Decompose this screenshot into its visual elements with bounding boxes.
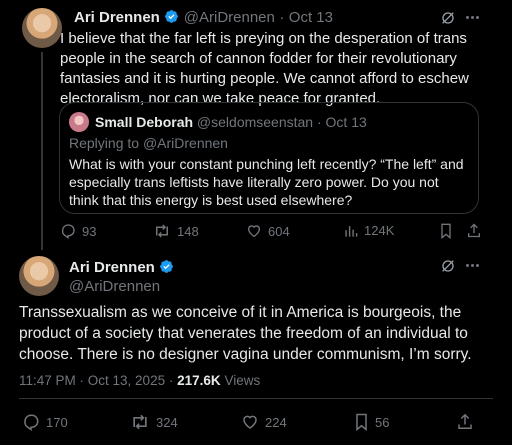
- bookmark-count: 56: [375, 414, 390, 430]
- share-icon[interactable]: [466, 222, 482, 239]
- views-icon: [344, 224, 358, 238]
- separator-dot: ·: [279, 9, 285, 26]
- views-label: Views: [224, 373, 261, 388]
- grok-icon[interactable]: [440, 258, 456, 274]
- repost-icon: [130, 413, 150, 431]
- tweet-text: Transsexualism as we conceive of it in A…: [19, 304, 472, 363]
- author-name[interactable]: Ari Drennen: [69, 259, 155, 276]
- like-count: 604: [268, 223, 290, 239]
- separator-dot: ·: [168, 373, 174, 388]
- reply-button[interactable]: 93: [60, 223, 96, 239]
- reply-count: 93: [82, 223, 97, 239]
- grok-icon[interactable]: [440, 10, 456, 26]
- author-handle[interactable]: @AriDrennen: [69, 278, 160, 295]
- views-count: 217.6K: [177, 373, 221, 388]
- like-icon: [241, 413, 259, 431]
- like-button[interactable]: 604: [246, 223, 290, 239]
- tweet-meta: 11:47 PM · Oct 13, 2025 · 217.6K Views: [19, 373, 260, 388]
- bookmark-icon[interactable]: [439, 223, 453, 239]
- replying-handle[interactable]: @AriDrennen: [143, 135, 228, 151]
- reply-count: 170: [46, 414, 68, 430]
- separator-dot: ·: [316, 114, 322, 130]
- views-button[interactable]: 124K: [344, 223, 394, 238]
- reply-icon: [22, 413, 40, 431]
- quote-author-handle[interactable]: @seldomseenstan: [197, 114, 313, 130]
- author-name[interactable]: Ari Drennen: [74, 9, 160, 26]
- like-icon: [246, 223, 262, 239]
- thread-line: [41, 52, 43, 250]
- quote-text: What is with your constant punching left…: [69, 156, 464, 208]
- tweet1-header: Ari Drennen @AriDrennen · Oct 13: [74, 9, 333, 27]
- share-icon[interactable]: [456, 412, 474, 431]
- quote-author-name[interactable]: Small Deborah: [95, 114, 193, 130]
- like-count: 224: [265, 414, 287, 430]
- reply-button[interactable]: 170: [22, 413, 68, 431]
- verified-badge-icon: [164, 9, 179, 24]
- avatar[interactable]: [22, 8, 62, 48]
- repost-count: 148: [177, 223, 199, 239]
- repost-icon: [153, 223, 171, 239]
- divider: [19, 398, 493, 399]
- more-icon[interactable]: [466, 264, 479, 267]
- verified-badge-icon: [159, 259, 174, 274]
- quote-avatar[interactable]: [69, 112, 89, 132]
- repost-button[interactable]: 324: [130, 413, 178, 431]
- replying-to: Replying to @AriDrennen: [69, 135, 228, 151]
- quote-header: Small Deborah @seldomseenstan · Oct 13: [95, 114, 367, 130]
- tweet-time[interactable]: Oct 13: [289, 9, 333, 26]
- repost-button[interactable]: 148: [153, 223, 199, 239]
- avatar[interactable]: [19, 256, 59, 296]
- bookmark-icon: [354, 413, 369, 431]
- like-button[interactable]: 224: [241, 413, 287, 431]
- replying-prefix: Replying to: [69, 135, 140, 151]
- views-count: 124K: [364, 223, 395, 238]
- bookmark-button[interactable]: 56: [354, 413, 389, 431]
- repost-count: 324: [156, 414, 178, 430]
- author-handle[interactable]: @AriDrennen: [184, 9, 275, 26]
- tweet-text: I believe that the far left is preying o…: [60, 30, 469, 107]
- more-icon[interactable]: [466, 16, 479, 19]
- quote-time[interactable]: Oct 13: [326, 114, 367, 130]
- author-name-row: Ari Drennen: [69, 259, 174, 277]
- reply-icon: [60, 223, 76, 239]
- tweet-timestamp[interactable]: 11:47 PM · Oct 13, 2025: [19, 373, 165, 388]
